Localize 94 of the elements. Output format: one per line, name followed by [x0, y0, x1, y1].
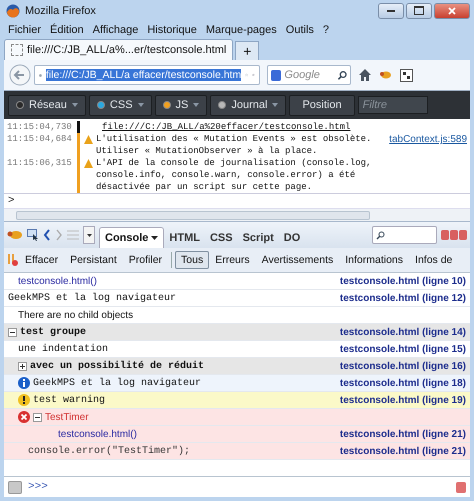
inspect-icon[interactable] — [27, 229, 39, 241]
menu-item[interactable]: ? — [322, 24, 330, 36]
filter-dropdown[interactable]: CSS — [88, 94, 152, 116]
log-message: file:///C:/JB_ALL/a%20effacer/testconsole.html — [101, 121, 352, 133]
warning-icon — [18, 394, 30, 406]
menu-item[interactable]: Historique — [147, 24, 197, 36]
toolbar-button[interactable]: Persistant — [64, 251, 123, 269]
filter-button[interactable]: Tous — [175, 251, 210, 269]
caret-icon — [151, 236, 158, 240]
search-field[interactable] — [372, 226, 437, 244]
browser-tab[interactable]: file:///C:/JB_ALL/a%...er/testconsole.html — [4, 39, 234, 60]
menu-item[interactable]: Affichage — [92, 24, 138, 36]
filter-button[interactable]: Avertissements — [256, 251, 340, 269]
google-icon — [271, 70, 282, 80]
filter-dropdown[interactable]: JS — [154, 94, 208, 116]
menu-item[interactable]: Édition — [50, 24, 84, 36]
log-message: console.error("TestTimer"); — [28, 444, 192, 458]
log-message: TestTimer — [45, 410, 90, 424]
expand-toggle-icon[interactable] — [8, 328, 17, 336]
new-tab-button[interactable]: + — [235, 41, 260, 60]
grid-icon[interactable] — [400, 68, 413, 82]
source-link[interactable]: testconsole.html (ligne 21) — [340, 444, 466, 458]
filter-dropdown[interactable]: Réseau — [8, 94, 86, 116]
source-link[interactable]: testconsole.html (ligne 16) — [340, 360, 466, 372]
timestamp: 11:15:04,730 — [6, 121, 73, 133]
filter-button[interactable]: Erreurs — [209, 251, 256, 269]
log-message: avec un possibilité de réduit — [30, 360, 206, 372]
minimize-button[interactable] — [378, 2, 404, 18]
source-link[interactable]: testconsole.html (ligne 10) — [340, 274, 466, 288]
source-link[interactable]: tabContext.js:589 — [389, 134, 467, 145]
search-icon[interactable] — [336, 70, 347, 80]
close-icon — [448, 6, 456, 14]
filter-button[interactable]: Informations — [339, 251, 410, 269]
close-button[interactable] — [434, 2, 470, 18]
expand-toggle-icon[interactable] — [18, 362, 27, 370]
timestamp: 11:15:04,684 — [6, 133, 73, 146]
log-message: test warning — [33, 394, 106, 406]
menu-item[interactable]: Fichier — [8, 24, 42, 36]
function-link[interactable]: testconsole.html() — [8, 274, 337, 288]
filter-field[interactable]: Filtre — [358, 96, 428, 114]
caret-icon — [86, 234, 92, 236]
log-message: une indentation — [18, 342, 110, 356]
log-message: There are no child objects — [17, 308, 134, 322]
panel-tab[interactable]: CSS — [204, 228, 238, 248]
window-controls-icon[interactable] — [441, 230, 467, 240]
window-title: Mozilla Firefox — [25, 4, 96, 16]
toggle-button[interactable] — [8, 480, 22, 494]
console-input[interactable]: > — [4, 193, 470, 208]
source-link[interactable]: testconsole.html (ligne 14) — [340, 326, 466, 338]
filter-dropdown[interactable]: Journal — [210, 94, 286, 116]
timestamp: 11:15:06,315 — [6, 157, 73, 170]
error-icon — [18, 411, 30, 423]
panel-tab[interactable]: HTML — [164, 228, 205, 248]
source-link[interactable]: testconsole.html (ligne 21) — [340, 428, 466, 440]
log-message: L'utilisation des « Mutation Events » est obsolète. Utiliser « MutationObserver » à la place. — [96, 133, 372, 157]
caret-icon — [272, 103, 278, 107]
function-link[interactable]: testconsole.html() — [28, 428, 337, 440]
caret-icon — [193, 103, 200, 107]
log-message: test groupe — [20, 326, 88, 338]
toolbar-button[interactable]: Profiler — [122, 251, 168, 269]
source-link[interactable]: testconsole.html (ligne 12) — [340, 292, 466, 304]
log-message: L'API de la console de journalisation (console.log, console.info, console.warn, console.error) a été désactivée par un script sur cette page. — [96, 157, 372, 193]
log-message: GeekMPS et la log navigateur — [33, 376, 202, 390]
menu-item[interactable]: Outils — [286, 24, 314, 36]
menu-item[interactable]: Marque-pages — [206, 24, 277, 36]
source-link[interactable]: testconsole.html (ligne 18) — [340, 376, 466, 390]
maximize-button[interactable] — [406, 2, 432, 18]
close-icon[interactable] — [456, 482, 466, 492]
panel-tab[interactable]: DO — [278, 228, 306, 248]
warning-icon — [84, 135, 93, 144]
info-icon — [18, 377, 30, 389]
dropdown-button[interactable] — [83, 226, 95, 244]
filter-button[interactable]: Infos de — [409, 251, 458, 269]
horizontal-scrollbar[interactable] — [4, 208, 470, 221]
toolbar-button[interactable]: Effacer — [19, 251, 64, 269]
log-message: GeekMPS et la log navigateur — [8, 292, 178, 304]
panel-tab[interactable]: Console — [99, 227, 164, 248]
back-button[interactable] — [9, 64, 31, 86]
search-field[interactable]: Google — [267, 65, 351, 85]
warning-icon — [84, 159, 93, 168]
pause-icon[interactable] — [7, 253, 19, 267]
caret-icon — [72, 103, 78, 107]
caret-icon — [138, 103, 144, 107]
panel-tab[interactable]: Script — [238, 228, 279, 248]
expand-toggle-icon[interactable] — [33, 412, 42, 422]
address-field[interactable]: file:///C:/JB_ALL/a effacer/testconsole.htm — [34, 65, 260, 85]
browser-logo-icon — [6, 4, 20, 18]
position-dropdown[interactable]: Position — [289, 94, 355, 116]
source-link[interactable]: testconsole.html (ligne 15) — [340, 342, 466, 356]
search-icon — [376, 230, 385, 240]
page-icon — [11, 44, 23, 56]
bug-icon[interactable] — [379, 69, 393, 81]
source-link[interactable]: testconsole.html (ligne 19) — [340, 394, 466, 406]
home-icon[interactable] — [358, 68, 372, 82]
